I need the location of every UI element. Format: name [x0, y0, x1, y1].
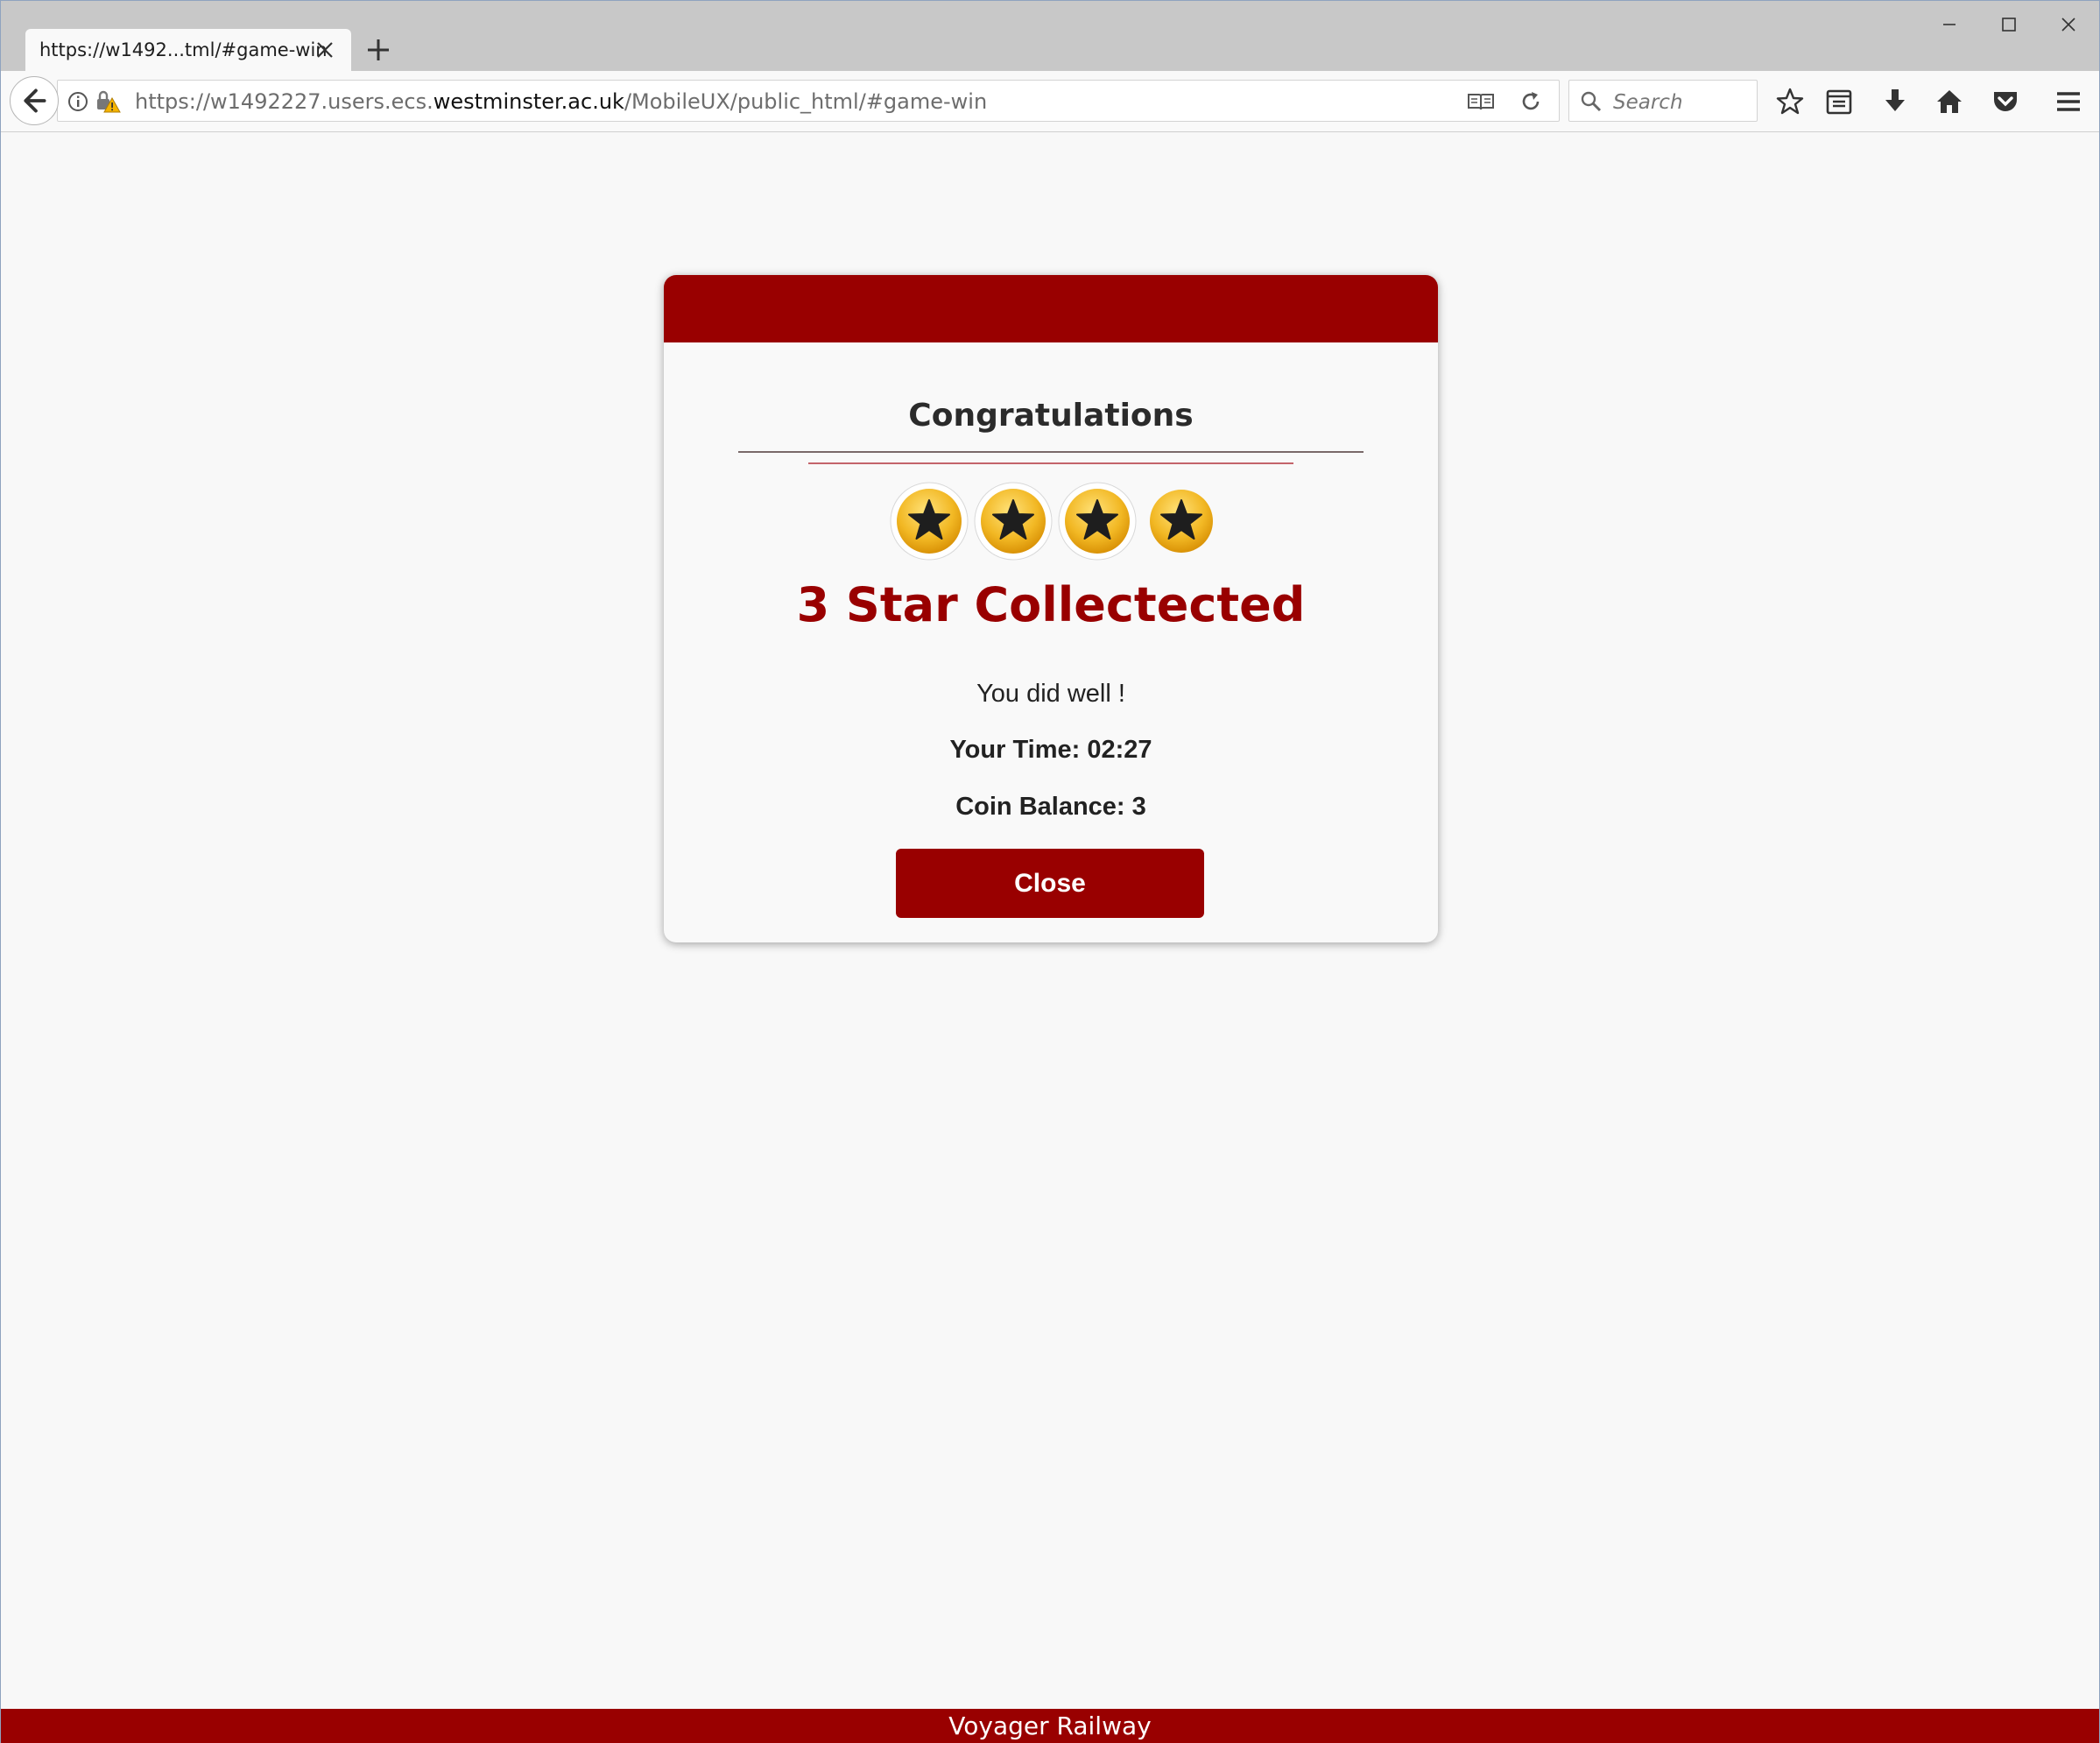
- url-domain: westminster.ac.uk: [433, 89, 624, 114]
- dialog-title: Congratulations: [908, 398, 1194, 434]
- browser-window: https://w1492...tml/#game-win https://w1…: [0, 0, 2100, 1743]
- page-viewport: Congratulations 3 Star Collectected You …: [1, 132, 2099, 1743]
- time-stat: Your Time: 02:27: [949, 736, 1152, 764]
- stars-collected-headline: 3 Star Collectected: [796, 577, 1306, 632]
- search-bar[interactable]: Search: [1568, 80, 1758, 122]
- url-prefix: https://w1492227.users.ecs.: [135, 89, 433, 114]
- back-arrow-icon: [24, 88, 46, 113]
- info-icon[interactable]: [67, 90, 89, 113]
- menu-icon[interactable]: [2054, 87, 2083, 116]
- title-divider: [738, 451, 1364, 453]
- lock-warning-icon[interactable]: [95, 89, 121, 114]
- reload-icon[interactable]: [1519, 89, 1543, 114]
- home-icon[interactable]: [1934, 87, 1964, 116]
- result-message: You did well !: [976, 680, 1125, 708]
- minimize-icon[interactable]: [1934, 13, 1964, 36]
- star-icon-collected: [889, 481, 969, 561]
- star-icon-collected: [973, 481, 1054, 561]
- bookmark-star-icon[interactable]: [1775, 87, 1805, 116]
- tab-title: https://w1492...tml/#game-win: [39, 39, 328, 60]
- game-win-dialog: Congratulations 3 Star Collectected You …: [664, 275, 1438, 942]
- footer-bar: Voyager Railway: [1, 1709, 2099, 1743]
- window-close-icon[interactable]: [2054, 13, 2083, 36]
- nav-bar: https://w1492227.users.ecs.westminster.a…: [1, 71, 2099, 132]
- url-text[interactable]: https://w1492227.users.ecs.westminster.a…: [135, 89, 987, 114]
- pocket-icon[interactable]: [1991, 87, 2020, 116]
- search-placeholder: Search: [1613, 91, 1683, 114]
- close-tab-icon[interactable]: [314, 39, 335, 60]
- title-bar: https://w1492...tml/#game-win: [1, 1, 2099, 71]
- star-icon-collected: [1057, 481, 1138, 561]
- search-icon: [1580, 90, 1603, 113]
- url-path: /MobileUX/public_html/#game-win: [624, 89, 988, 114]
- library-icon[interactable]: [1824, 87, 1854, 116]
- browser-tab[interactable]: https://w1492...tml/#game-win: [25, 29, 351, 71]
- star-icon: [1141, 481, 1222, 561]
- star-rating: [889, 481, 1222, 568]
- reader-view-icon[interactable]: [1466, 91, 1496, 112]
- address-bar[interactable]: https://w1492227.users.ecs.westminster.a…: [57, 80, 1560, 122]
- new-tab-icon[interactable]: [364, 36, 392, 64]
- back-button[interactable]: [10, 76, 59, 125]
- coin-balance-stat: Coin Balance: 3: [955, 793, 1146, 821]
- maximize-icon[interactable]: [1994, 13, 2024, 36]
- download-icon[interactable]: [1880, 87, 1910, 116]
- close-button[interactable]: Close: [896, 849, 1204, 918]
- dialog-header-bar: [664, 275, 1438, 342]
- footer-text: Voyager Railway: [948, 1711, 1152, 1740]
- title-divider-accent: [808, 462, 1293, 464]
